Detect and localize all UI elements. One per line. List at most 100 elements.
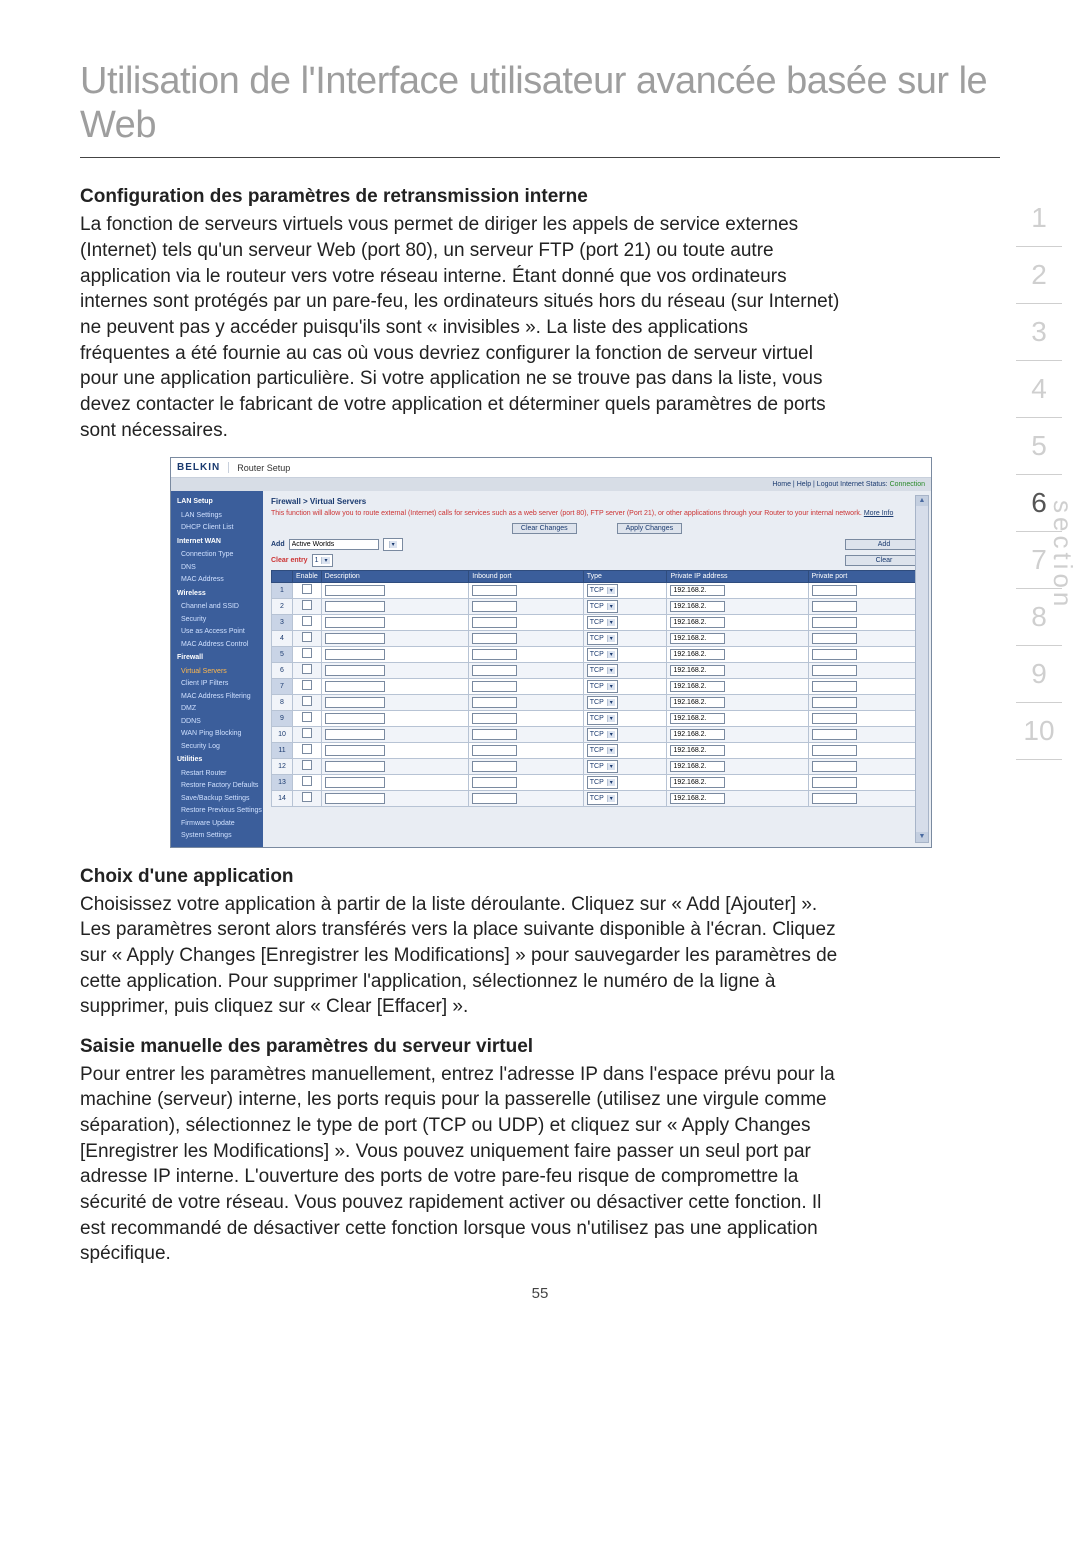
type-cell[interactable]: TCP [583,774,667,790]
more-info-link[interactable]: More Info [864,510,894,517]
inbound-port-input[interactable] [472,713,517,724]
inbound-port-input[interactable] [472,697,517,708]
inbound-port-cell[interactable] [469,726,583,742]
description-input[interactable] [325,697,385,708]
nav-item[interactable]: Restart Router [171,768,263,781]
private-port-input[interactable] [812,601,857,612]
inbound-port-input[interactable] [472,745,517,756]
nav-item[interactable]: DDNS [171,716,263,729]
enable-cell[interactable] [293,710,322,726]
type-cell[interactable]: TCP [583,678,667,694]
nav-item[interactable]: Use as Access Point [171,626,263,639]
inbound-port-input[interactable] [472,585,517,596]
private-port-cell[interactable] [808,710,923,726]
description-cell[interactable] [321,694,468,710]
private-ip-cell[interactable] [667,614,808,630]
type-select[interactable]: TCP [587,600,618,613]
inbound-port-cell[interactable] [469,742,583,758]
private-port-input[interactable] [812,761,857,772]
private-ip-cell[interactable] [667,742,808,758]
inbound-port-cell[interactable] [469,630,583,646]
nav-item[interactable]: Security [171,614,263,627]
description-input[interactable] [325,729,385,740]
nav-item[interactable]: Save/Backup Settings [171,793,263,806]
enable-cell[interactable] [293,630,322,646]
private-ip-cell[interactable] [667,678,808,694]
add-application-input[interactable] [289,539,379,550]
enable-cell[interactable] [293,582,322,598]
nav-item[interactable]: DNS [171,562,263,575]
inbound-port-input[interactable] [472,761,517,772]
private-port-cell[interactable] [808,726,923,742]
private-ip-cell[interactable] [667,694,808,710]
nav-item[interactable]: DMZ [171,703,263,716]
private-port-input[interactable] [812,665,857,676]
type-cell[interactable]: TCP [583,726,667,742]
enable-cell[interactable] [293,790,322,806]
inbound-port-input[interactable] [472,649,517,660]
add-application-dropdown[interactable] [383,538,403,551]
nav-item[interactable]: MAC Address [171,574,263,587]
description-input[interactable] [325,777,385,788]
private-port-cell[interactable] [808,646,923,662]
private-ip-cell[interactable] [667,758,808,774]
private-ip-cell[interactable] [667,774,808,790]
private-ip-input[interactable] [670,713,725,724]
type-cell[interactable]: TCP [583,742,667,758]
description-cell[interactable] [321,598,468,614]
enable-cell[interactable] [293,758,322,774]
private-ip-input[interactable] [670,745,725,756]
clear-button[interactable]: Clear [845,555,923,566]
type-cell[interactable]: TCP [583,614,667,630]
apply-changes-button[interactable]: Apply Changes [617,523,682,534]
checkbox-icon[interactable] [302,776,312,786]
inbound-port-input[interactable] [472,777,517,788]
type-cell[interactable]: TCP [583,710,667,726]
inbound-port-input[interactable] [472,633,517,644]
nav-item[interactable]: Connection Type [171,549,263,562]
checkbox-icon[interactable] [302,584,312,594]
checkbox-icon[interactable] [302,648,312,658]
enable-cell[interactable] [293,646,322,662]
inbound-port-cell[interactable] [469,582,583,598]
private-ip-input[interactable] [670,681,725,692]
private-port-input[interactable] [812,633,857,644]
private-port-cell[interactable] [808,758,923,774]
inbound-port-cell[interactable] [469,694,583,710]
nav-item[interactable]: Virtual Servers [171,666,263,679]
private-ip-input[interactable] [670,665,725,676]
description-input[interactable] [325,713,385,724]
description-cell[interactable] [321,710,468,726]
enable-cell[interactable] [293,614,322,630]
inbound-port-input[interactable] [472,617,517,628]
private-port-input[interactable] [812,793,857,804]
private-ip-input[interactable] [670,697,725,708]
description-cell[interactable] [321,774,468,790]
inbound-port-cell[interactable] [469,710,583,726]
type-select[interactable]: TCP [587,776,618,789]
nav-item[interactable]: Firmware Update [171,818,263,831]
type-cell[interactable]: TCP [583,646,667,662]
type-select[interactable]: TCP [587,664,618,677]
type-select[interactable]: TCP [587,680,618,693]
type-select[interactable]: TCP [587,744,618,757]
type-select[interactable]: TCP [587,632,618,645]
clear-changes-button[interactable]: Clear Changes [512,523,577,534]
nav-item[interactable]: Channel and SSID [171,601,263,614]
private-ip-cell[interactable] [667,662,808,678]
description-cell[interactable] [321,662,468,678]
enable-cell[interactable] [293,694,322,710]
private-ip-input[interactable] [670,617,725,628]
inbound-port-cell[interactable] [469,758,583,774]
private-ip-input[interactable] [670,585,725,596]
nav-item[interactable]: Restore Previous Settings [171,805,263,818]
private-ip-cell[interactable] [667,726,808,742]
description-cell[interactable] [321,758,468,774]
checkbox-icon[interactable] [302,616,312,626]
description-cell[interactable] [321,646,468,662]
private-port-cell[interactable] [808,662,923,678]
inbound-port-input[interactable] [472,729,517,740]
private-port-cell[interactable] [808,614,923,630]
enable-cell[interactable] [293,742,322,758]
private-port-input[interactable] [812,697,857,708]
